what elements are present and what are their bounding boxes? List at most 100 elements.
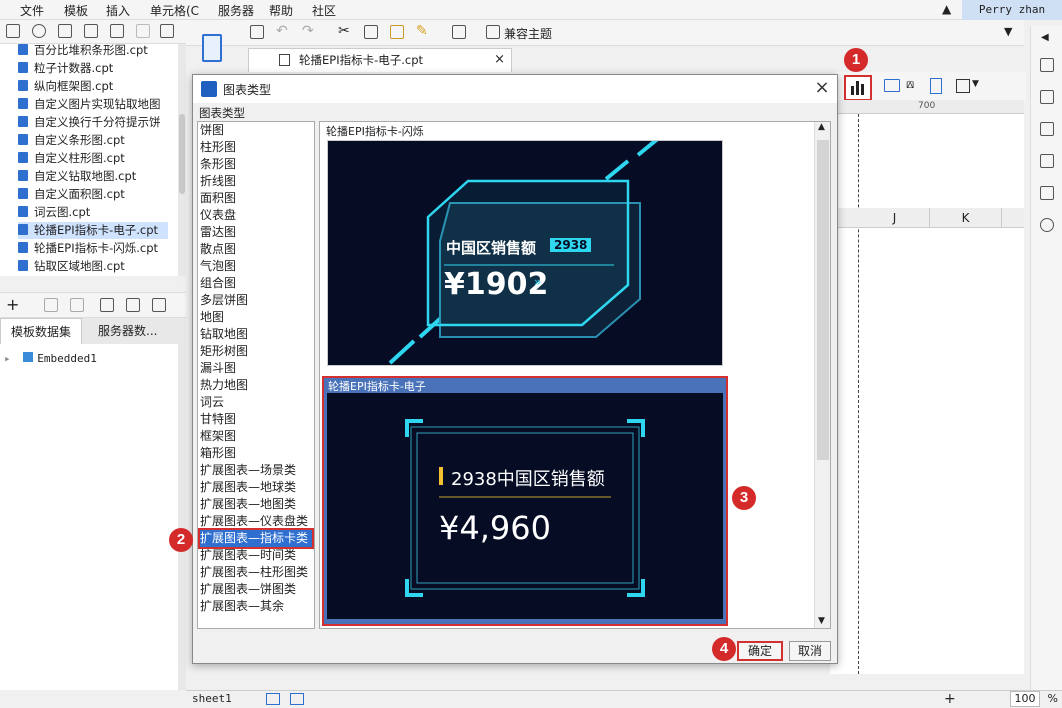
chart-type-item[interactable]: 饼图 xyxy=(200,122,312,139)
preview-card-blink[interactable]: 中国区销售额 2938 ¥1902 » xyxy=(327,140,723,366)
trash-icon[interactable] xyxy=(160,24,174,38)
compat-theme-button[interactable]: 兼容主题 xyxy=(504,25,552,42)
edit-icon[interactable] xyxy=(44,298,58,312)
delete-icon[interactable] xyxy=(110,24,124,38)
cancel-button[interactable]: 取消 xyxy=(789,641,831,661)
add-poly-sheet-icon[interactable] xyxy=(290,693,304,705)
chart-type-item[interactable]: 仪表盘 xyxy=(200,207,312,224)
tree-scroll-thumb[interactable] xyxy=(179,114,185,194)
settings-icon[interactable] xyxy=(84,24,98,38)
chart-type-item[interactable]: 扩展图表—地球类 xyxy=(200,479,312,496)
tab-template-dataset[interactable]: 模板数据集 xyxy=(0,318,83,344)
chart-type-item[interactable]: 多层饼图 xyxy=(200,292,312,309)
column-k[interactable]: K xyxy=(930,208,1002,228)
condition-icon[interactable] xyxy=(1040,90,1054,104)
chart-type-item[interactable]: 扩展图表—地图类 xyxy=(200,496,312,513)
format-brush-icon[interactable]: ✎ xyxy=(416,23,428,39)
save-icon[interactable] xyxy=(250,25,264,39)
chart-type-item[interactable]: 扩展图表—其余 xyxy=(200,598,312,615)
border-dropdown-icon[interactable]: ▼ xyxy=(972,79,979,89)
chart-type-item[interactable]: 扩展图表—仪表盘类 xyxy=(200,513,312,530)
tree-item[interactable]: 自定义钻取地图.cpt xyxy=(18,168,136,185)
menu-file[interactable]: 文件 xyxy=(20,2,44,19)
chart-type-item[interactable]: 雷达图 xyxy=(200,224,312,241)
slash-icon[interactable]: ⟎ xyxy=(906,77,914,92)
user-name[interactable]: Perry zhan xyxy=(962,0,1062,20)
scroll-down-icon[interactable]: ▼ xyxy=(818,616,825,626)
chart-type-item[interactable]: 热力地图 xyxy=(200,377,312,394)
chart-type-item[interactable]: 甘特图 xyxy=(200,411,312,428)
insert-chart-button[interactable] xyxy=(844,75,872,101)
dataset-item[interactable]: ▸ Embedded1 xyxy=(4,352,97,365)
chart-type-item[interactable]: 条形图 xyxy=(200,156,312,173)
tree-item[interactable]: 轮播EPI指标卡-闪烁.cpt xyxy=(18,240,158,257)
tree-item[interactable]: 词云图.cpt xyxy=(18,204,90,221)
paste-icon[interactable] xyxy=(390,25,404,39)
column-j[interactable]: J xyxy=(860,208,930,228)
tree-item[interactable]: 自定义图片实现钻取地图 xyxy=(18,96,161,113)
tree-item[interactable]: 自定义换行千分符提示饼 xyxy=(18,114,161,131)
link-icon[interactable] xyxy=(1040,218,1054,232)
collapse-icon[interactable]: ◀ xyxy=(1041,32,1049,43)
refresh-icon[interactable] xyxy=(32,24,46,38)
delete-dataset-icon[interactable] xyxy=(70,298,84,312)
toolbar-dropdown-icon[interactable]: ▼ xyxy=(1004,25,1012,38)
scroll-up-icon[interactable]: ▲ xyxy=(818,122,825,132)
tree-item-selected[interactable]: 轮播EPI指标卡-电子.cpt xyxy=(18,222,168,239)
close-tab-icon[interactable]: × xyxy=(494,49,505,71)
chart-type-item[interactable]: 散点图 xyxy=(200,241,312,258)
tree-item[interactable]: 自定义条形图.cpt xyxy=(18,132,125,149)
chart-type-item[interactable]: 柱形图 xyxy=(200,139,312,156)
menu-server[interactable]: 服务器 xyxy=(218,2,254,19)
tree-scrollbar[interactable] xyxy=(178,44,186,276)
widget-attr-icon[interactable] xyxy=(1040,122,1054,136)
chart-type-item[interactable]: 漏斗图 xyxy=(200,360,312,377)
panel-divider[interactable] xyxy=(178,344,186,690)
menu-help[interactable]: 帮助 xyxy=(269,2,293,19)
ok-button[interactable]: 确定 xyxy=(737,641,783,661)
tree-item[interactable]: 自定义面积图.cpt xyxy=(18,186,125,203)
menu-community[interactable]: 社区 xyxy=(312,2,336,19)
chart-type-item[interactable]: 箱形图 xyxy=(200,445,312,462)
sheet-grid[interactable] xyxy=(830,114,1024,674)
expand-icon[interactable]: ▸ xyxy=(4,352,11,365)
chart-type-item[interactable]: 扩展图表—柱形图类 xyxy=(200,564,312,581)
tree-item[interactable]: 钻取区域地图.cpt xyxy=(18,258,125,275)
find-icon[interactable] xyxy=(452,25,466,39)
theme-icon[interactable] xyxy=(486,25,500,39)
zoom-level[interactable]: 100 xyxy=(1010,691,1040,707)
new-icon[interactable] xyxy=(6,24,20,38)
redo-icon[interactable]: ↷ xyxy=(302,23,314,39)
chart-type-item[interactable]: 地图 xyxy=(200,309,312,326)
add-icon[interactable]: + xyxy=(6,295,19,314)
close-icon[interactable]: × xyxy=(811,77,833,99)
undo-icon[interactable]: ↶ xyxy=(276,23,288,39)
preview-scrollbar[interactable]: ▲ ▼ xyxy=(814,122,830,628)
copy-cell-icon[interactable] xyxy=(364,25,378,39)
layer-icon[interactable] xyxy=(1040,186,1054,200)
cell-attr-icon[interactable] xyxy=(1040,58,1054,72)
cut-icon[interactable]: ✂ xyxy=(338,23,350,39)
open-icon[interactable] xyxy=(58,24,72,38)
chart-type-item[interactable]: 扩展图表—时间类 xyxy=(200,547,312,564)
tree-item[interactable]: 纵向框架图.cpt xyxy=(18,78,113,95)
widget-icon[interactable] xyxy=(188,26,236,70)
menu-template[interactable]: 模板 xyxy=(64,2,88,19)
tree-item[interactable]: 百分比堆积条形图.cpt xyxy=(18,44,148,59)
add-sheet-icon[interactable] xyxy=(266,693,280,705)
database-icon[interactable] xyxy=(152,298,166,312)
chart-type-item[interactable]: 扩展图表—饼图类 xyxy=(200,581,312,598)
copy-icon[interactable] xyxy=(136,24,150,38)
image-icon[interactable] xyxy=(884,79,900,92)
menu-cell[interactable]: 单元格(C xyxy=(150,2,199,19)
dataset-settings-icon[interactable] xyxy=(126,298,140,312)
chart-type-item[interactable]: 气泡图 xyxy=(200,258,312,275)
chart-type-item[interactable]: 词云 xyxy=(200,394,312,411)
chart-type-item[interactable]: 钻取地图 xyxy=(200,326,312,343)
doc-icon[interactable] xyxy=(930,78,942,94)
tab-server-dataset[interactable]: 服务器数... xyxy=(88,318,167,344)
sheet-tab[interactable]: sheet1 xyxy=(192,692,232,705)
bell-icon[interactable]: ▲ xyxy=(942,2,951,16)
tree-item[interactable]: 自定义柱形图.cpt xyxy=(18,150,125,167)
chart-type-item-selected[interactable]: 扩展图表—指标卡类 xyxy=(198,528,314,549)
